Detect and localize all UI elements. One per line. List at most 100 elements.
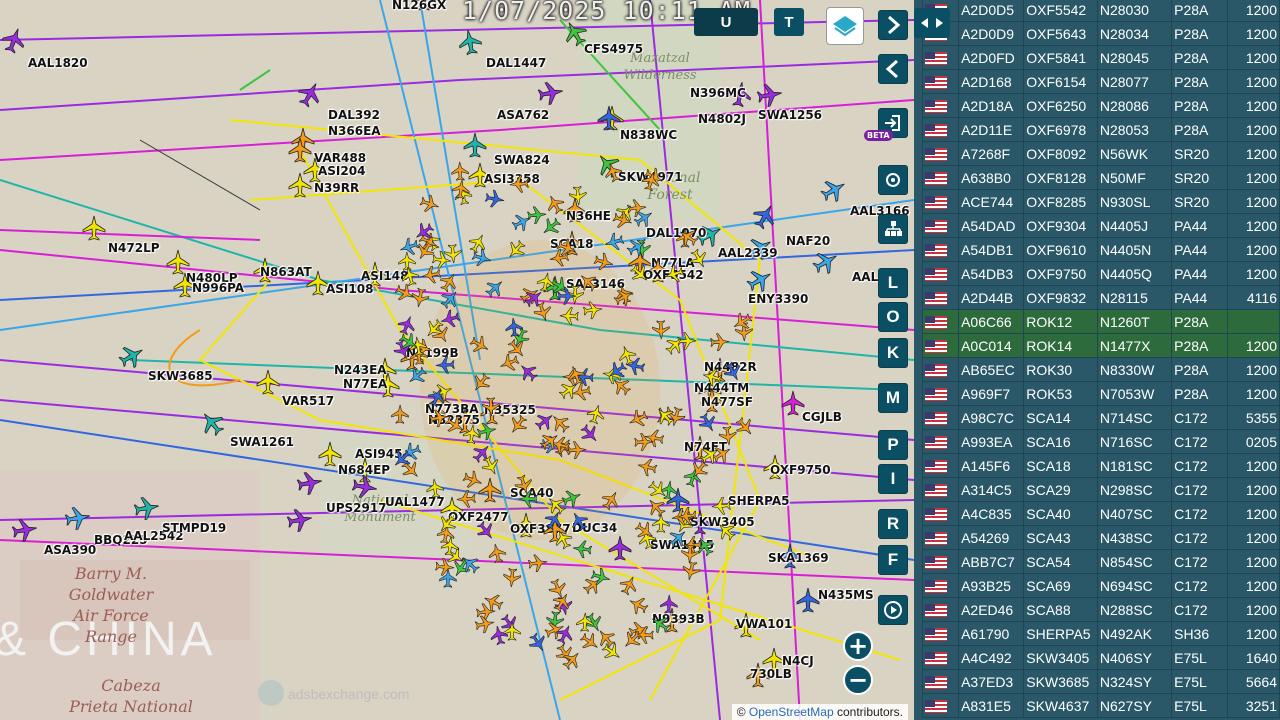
aircraft-callsign-label[interactable]: N435MS [818,588,874,602]
plane-icon[interactable] [568,186,588,206]
plane-icon[interactable] [709,332,730,352]
plane-icon[interactable] [432,250,452,270]
table-row[interactable]: A2D168 OXF6154 N28077 P28A 1200 [921,69,1280,94]
plane-icon[interactable] [723,361,743,382]
plane-icon[interactable] [296,470,323,496]
plane-icon[interactable] [398,332,419,352]
side-button-l[interactable]: L [878,268,908,298]
plane-icon[interactable] [613,287,634,307]
table-row[interactable]: A831E5 SKW4637 N627SY E75L 3251 [921,693,1280,718]
plane-icon[interactable] [474,614,495,634]
plane-icon[interactable] [485,278,505,298]
plane-icon[interactable] [628,409,649,429]
aircraft-callsign-label[interactable]: N4802J [698,112,746,126]
table-row[interactable]: A93B25 SCA69 N694SC C172 1200 [921,573,1280,598]
plane-icon[interactable] [444,415,465,435]
table-row[interactable]: A2D0FD OXF5841 N28045 P28A 1200 [921,45,1280,70]
chevron-right-button[interactable] [878,10,908,40]
plane-icon[interactable] [735,417,755,437]
plane-icon[interactable] [552,592,572,613]
aircraft-callsign-label[interactable]: VWA101 [736,617,792,631]
aircraft-callsign-label[interactable]: SWA824 [494,153,550,167]
aircraft-callsign-label[interactable]: N4CJ [782,654,814,668]
plane-icon[interactable] [566,365,586,386]
aircraft-callsign-label[interactable]: CGJLB [802,410,842,424]
filter-button[interactable] [878,214,908,244]
plane-icon[interactable] [400,266,420,287]
plane-icon[interactable] [435,355,455,375]
chevron-left-button[interactable] [878,54,908,84]
layers-button[interactable] [826,7,864,45]
plane-icon[interactable] [702,367,723,387]
plane-icon[interactable] [462,132,488,158]
plane-icon[interactable] [502,568,522,588]
plane-icon[interactable] [583,300,603,320]
plane-icon[interactable] [523,288,544,308]
table-row[interactable]: A145F6 SCA18 N181SC C172 1200 [921,453,1280,478]
plane-icon[interactable] [680,543,700,564]
table-row[interactable]: A2ED46 SCA88 N288SC C172 1200 [921,597,1280,622]
plane-icon[interactable] [541,217,561,237]
aircraft-callsign-label[interactable]: SHERPA5 [728,494,789,508]
side-button-r[interactable]: R [878,509,908,539]
plane-icon[interactable] [611,376,632,396]
plane-icon[interactable] [664,264,685,284]
plane-icon[interactable] [752,203,778,230]
plane-icon[interactable] [559,306,580,326]
plane-icon[interactable] [590,567,611,587]
table-row[interactable]: A2D0D9 OXF5643 N28034 P28A 1200 [921,21,1280,46]
plane-icon[interactable] [424,319,445,339]
aircraft-callsign-label[interactable]: CFS4975 [584,42,643,56]
plane-icon[interactable] [199,410,225,437]
table-row[interactable]: A37ED3 SKW3685 N324SY E75L 5664 [921,669,1280,694]
plane-icon[interactable] [487,543,507,564]
plane-icon[interactable] [438,568,458,589]
table-row[interactable]: A638B0 OXF8128 N50MF SR20 1200 [921,165,1280,190]
aircraft-callsign-label[interactable]: N472LP [108,241,160,255]
plane-icon[interactable] [619,575,639,596]
aircraft-callsign-label[interactable]: SKA1369 [768,551,829,565]
plane-icon[interactable] [544,510,564,531]
plane-icon[interactable] [689,248,709,269]
plane-icon[interactable] [1,27,27,54]
plane-icon[interactable] [504,317,524,338]
plane-icon[interactable] [562,650,582,670]
aircraft-callsign-label[interactable]: N838WC [620,128,677,142]
plane-icon[interactable] [622,629,642,650]
plane-icon[interactable] [297,81,323,108]
plane-icon[interactable] [390,404,410,424]
aircraft-callsign-label[interactable]: N126GX [392,0,446,12]
plane-icon[interactable] [351,474,378,500]
table-row[interactable]: A98C7C SCA14 N714SC C172 5355 [921,405,1280,430]
plane-icon[interactable] [499,353,520,373]
plane-icon[interactable] [756,82,783,108]
side-button-m[interactable]: M [878,383,908,413]
plane-icon[interactable] [575,612,595,633]
aircraft-callsign-label[interactable]: NAF20 [786,234,830,248]
plane-icon[interactable] [650,614,671,634]
table-row[interactable]: AB65EC ROK30 N8330W P28A 1200 [921,357,1280,382]
aircraft-callsign-label[interactable]: SWA1256 [758,108,822,122]
aircraft-callsign-label[interactable]: N863AT [260,265,312,279]
plane-icon[interactable] [607,535,633,561]
plane-icon[interactable] [698,412,718,433]
plane-icon[interactable] [485,189,505,209]
aircraft-callsign-label[interactable]: N396MC [690,86,746,100]
table-row[interactable]: A61790 SHERPA5 N492AK SH36 1200 [921,621,1280,646]
table-row[interactable]: A2D44B OXF9832 N28115 PA44 4116 [921,285,1280,310]
plane-icon[interactable] [603,162,623,183]
plane-icon[interactable] [555,624,575,645]
plane-icon[interactable] [746,267,773,293]
plane-icon[interactable] [527,553,548,573]
plane-icon[interactable] [718,425,738,446]
plane-icon[interactable] [471,372,491,393]
aircraft-callsign-label[interactable]: SKW3685 [148,369,213,383]
aircraft-callsign-label[interactable]: N36HE [566,209,611,223]
plane-icon[interactable] [612,210,633,230]
table-row[interactable]: A2D0D5 OXF5542 N28030 P28A 1200 [921,0,1280,22]
table-row[interactable]: A54269 SCA43 N438SC C172 1200 [921,525,1280,550]
plane-icon[interactable] [586,404,606,425]
aircraft-callsign-label[interactable]: ASA390 [44,543,96,557]
map-view[interactable]: & CHINA Barry M. Goldwater Air Force Ran… [0,0,914,720]
plane-icon[interactable] [133,495,160,521]
